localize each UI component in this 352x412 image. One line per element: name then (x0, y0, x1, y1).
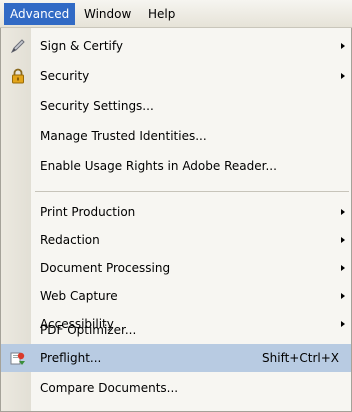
submenu-arrow-icon (341, 237, 345, 243)
menu-item-security[interactable]: Security (1, 62, 351, 90)
menu-item-label: PDF Optimizer... (40, 323, 137, 337)
menu-window[interactable]: Window (78, 3, 137, 25)
menu-item-label: Web Capture (40, 289, 118, 303)
lock-icon (10, 68, 26, 84)
submenu-arrow-icon (341, 73, 345, 79)
submenu-arrow-icon (341, 209, 345, 215)
menu-item-label: Redaction (40, 233, 100, 247)
preflight-icon (10, 350, 26, 366)
menu-item-label: Manage Trusted Identities... (40, 129, 207, 143)
menu-item-manage-trusted-identities[interactable]: Manage Trusted Identities... (1, 122, 351, 150)
menu-item-pdf-optimizer[interactable]: PDF Optimizer... (1, 316, 351, 344)
menu-item-document-processing[interactable]: Document Processing (1, 254, 351, 282)
menu-item-label: Print Production (40, 205, 136, 219)
submenu-arrow-icon (341, 293, 345, 299)
menu-item-label: Sign & Certify (40, 39, 124, 53)
menu-item-label: Document Processing (40, 261, 171, 275)
menu-item-label: Compare Documents... (40, 381, 179, 395)
menu-item-label: Security (40, 69, 90, 83)
menu-item-security-settings[interactable]: Security Settings... (1, 92, 351, 120)
menu-item-enable-usage-rights[interactable]: Enable Usage Rights in Adobe Reader... (1, 152, 351, 180)
menu-item-print-production[interactable]: Print Production (1, 198, 351, 226)
menu-item-compare-documents[interactable]: Compare Documents... (1, 374, 351, 402)
menu-item-preflight[interactable]: Preflight... Shift+Ctrl+X (1, 344, 351, 372)
submenu-arrow-icon (341, 265, 345, 271)
menu-item-web-capture[interactable]: Web Capture (1, 282, 351, 310)
menu-item-label: Security Settings... (40, 99, 154, 113)
menu-item-label: Preflight... (40, 351, 102, 365)
menu-bar: Advanced Window Help (0, 0, 352, 28)
menu-help[interactable]: Help (142, 3, 181, 25)
menu-item-label: Enable Usage Rights in Adobe Reader... (40, 159, 277, 173)
keyboard-shortcut: Shift+Ctrl+X (262, 351, 339, 365)
menu-separator (35, 191, 349, 192)
submenu-arrow-icon (341, 43, 345, 49)
menu-item-redaction[interactable]: Redaction (1, 226, 351, 254)
menu-advanced[interactable]: Advanced (4, 3, 76, 25)
menu-item-sign-certify[interactable]: Sign & Certify (1, 32, 351, 60)
pen-icon (10, 38, 26, 54)
